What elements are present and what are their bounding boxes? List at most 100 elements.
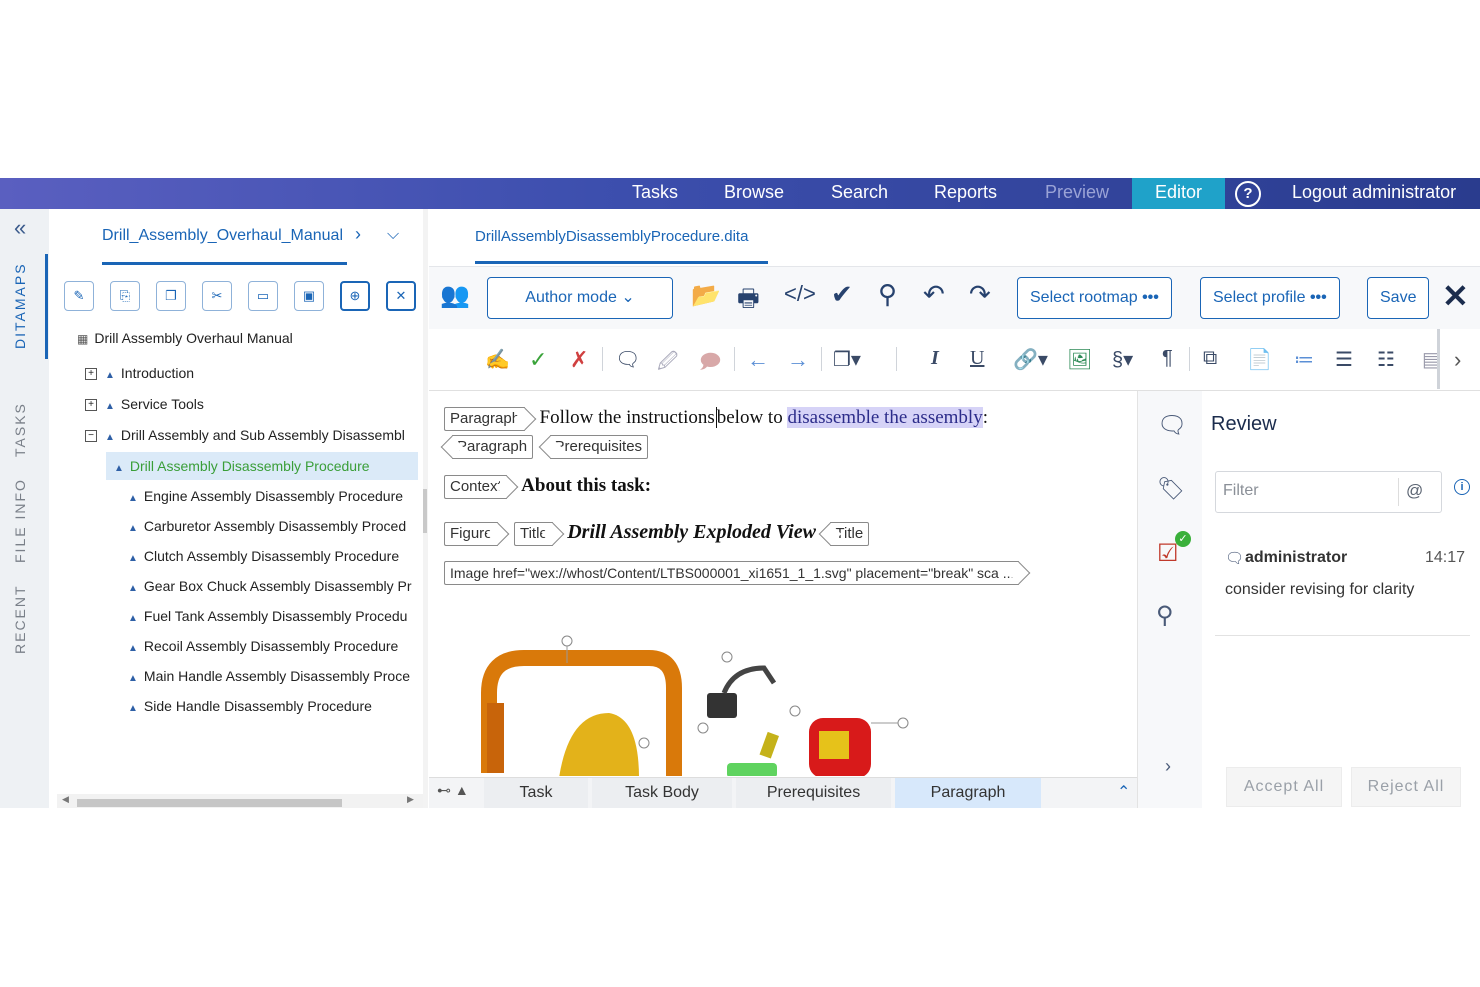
document-tab[interactable]: DrillAssemblyDisassemblyProcedure.dita <box>475 228 748 245</box>
arrow-left-icon[interactable]: ← <box>747 347 769 373</box>
print-icon[interactable]: 🖶 <box>737 281 760 322</box>
save-button[interactable]: Save <box>1367 277 1430 319</box>
double-chevron-up-icon[interactable]: ⌃ <box>1117 782 1130 802</box>
tree-child[interactable]: ▲ Side Handle Disassembly Procedure <box>128 692 420 720</box>
info-icon[interactable]: i <box>1454 479 1470 495</box>
save-icon[interactable]: ▣ <box>294 281 324 311</box>
tree-node-introduction[interactable]: + ▲ Introduction <box>85 359 194 387</box>
tree-node-drill-assembly[interactable]: − ▲ Drill Assembly and Sub Assembly Disass… <box>85 421 423 449</box>
chevron-right-icon[interactable]: › <box>355 224 361 245</box>
tree-child[interactable]: ▲ Clutch Assembly Disassembly Procedure <box>128 542 420 570</box>
logout-link[interactable]: Logout administrator <box>1292 178 1456 209</box>
delete-comment-icon[interactable]: 🗩 <box>699 347 721 381</box>
code-icon[interactable]: </> <box>784 281 816 307</box>
conref-icon[interactable]: 📄 <box>1247 347 1272 372</box>
nav-browse[interactable]: Browse <box>724 178 784 209</box>
title-open-tag[interactable]: Title <box>513 522 553 546</box>
path-prerequisites[interactable]: Prerequisites <box>736 778 891 808</box>
exploded-view-image[interactable] <box>469 623 929 776</box>
tab-ditamaps[interactable]: DITAMAPS <box>12 262 28 349</box>
search-icon[interactable]: ⚲ <box>878 279 897 310</box>
scroll-thumb[interactable] <box>77 799 342 807</box>
author-mode-dropdown[interactable]: Author mode ⌄ <box>487 277 673 319</box>
tree-child[interactable]: ▲ Fuel Tank Assembly Disassembly Procedu <box>128 602 420 630</box>
tree-child[interactable]: ▲ Carburetor Assembly Disassembly Proced <box>128 512 420 540</box>
figure-title-text[interactable]: Drill Assembly Exploded View <box>567 521 816 543</box>
paste-icon[interactable]: ▭ <box>248 281 278 311</box>
figure-tag[interactable]: Figure <box>444 522 498 546</box>
link-icon[interactable]: 🔗▾ <box>1013 347 1048 372</box>
redo-icon[interactable]: ↷ <box>969 279 991 310</box>
accept-all-button[interactable]: Accept All <box>1226 767 1342 807</box>
tab-recent[interactable]: RECENT <box>12 584 28 654</box>
paste-special-icon[interactable]: ❐▾ <box>833 347 861 372</box>
chevron-down-icon[interactable]: ⌵ <box>387 226 399 244</box>
chevron-right-icon[interactable]: › <box>1165 756 1171 777</box>
paragraph-close-tag[interactable]: Paragraph <box>452 435 534 459</box>
collapse-icon[interactable]: − <box>85 430 97 443</box>
map-breadcrumb[interactable]: Drill_Assembly_Overhaul_Manual <box>102 227 343 245</box>
folder-open-icon[interactable]: 📂 <box>691 281 721 310</box>
horizontal-scrollbar[interactable]: ◀ ▶ <box>57 794 423 808</box>
insert-list-item-icon[interactable]: ≔ <box>1294 347 1314 372</box>
path-task-body[interactable]: Task Body <box>592 778 732 808</box>
tree-root[interactable]: ▦ Drill Assembly Overhaul Manual <box>77 324 293 352</box>
edit-comment-icon[interactable]: 🖉 <box>657 347 678 381</box>
tree-child[interactable]: ▲ Recoil Assembly Disassembly Procedure <box>128 632 420 660</box>
question-circle-icon[interactable]: ? <box>1235 181 1261 207</box>
tab-tasks[interactable]: TASKS <box>12 402 28 457</box>
comment-card[interactable]: 🗨 administrator 14:17 consider revising … <box>1215 531 1470 636</box>
nav-reports[interactable]: Reports <box>934 178 997 209</box>
cut-icon[interactable]: ✂ <box>202 281 232 311</box>
tree-child[interactable]: ▲ Gear Box Chuck Assembly Disassembly Pr <box>128 572 420 600</box>
scroll-right-icon[interactable]: ▶ <box>407 794 414 805</box>
tags-icon[interactable]: 🏷 <box>1157 476 1185 502</box>
insert-element-icon[interactable]: ⧉ <box>1203 347 1217 370</box>
expand-icon[interactable]: + <box>85 368 97 381</box>
scroll-left-icon[interactable]: ◀ <box>62 794 69 805</box>
double-chevron-left-icon[interactable]: « <box>14 215 26 241</box>
select-rootmap-button[interactable]: Select rootmap ••• <box>1017 277 1172 319</box>
tree-child-selected[interactable]: ▲ Drill Assembly Disassembly Procedure <box>106 452 418 480</box>
section-icon[interactable]: §▾ <box>1112 347 1133 372</box>
splitter-handle[interactable] <box>423 489 427 533</box>
context-text[interactable]: About this task: <box>521 475 651 496</box>
path-task[interactable]: Task <box>484 778 588 808</box>
unlock-icon[interactable]: ⊕ <box>340 281 370 311</box>
expand-icon[interactable]: + <box>85 399 97 412</box>
tasks-check-icon[interactable]: ☑ <box>1157 539 1179 568</box>
tree-child[interactable]: ▲ Engine Assembly Disassembly Procedure <box>128 482 420 510</box>
edit-icon[interactable]: ✎ <box>64 281 94 311</box>
undo-icon[interactable]: ↶ <box>923 279 945 310</box>
nav-editor[interactable]: Editor <box>1132 178 1226 209</box>
context-line[interactable]: Context About this task: <box>444 475 651 499</box>
add-comment-icon[interactable]: 🗨 <box>615 347 640 372</box>
users-icon[interactable]: 👥 <box>440 281 470 310</box>
arrow-right-icon[interactable]: → <box>787 347 809 373</box>
search-comments-icon[interactable]: ⚲ <box>1156 601 1174 630</box>
tree-node-service-tools[interactable]: + ▲ Service Tools <box>85 390 204 418</box>
reject-all-button[interactable]: Reject All <box>1351 767 1461 807</box>
paragraph-icon[interactable]: ¶ <box>1162 347 1173 370</box>
reject-change-icon[interactable]: ✗ <box>570 347 588 373</box>
tree-child[interactable]: ▲ Main Handle Assembly Disassembly Proce <box>128 662 420 690</box>
document-content[interactable]: Paragraph Follow the instructions below t… <box>429 391 1137 776</box>
path-paragraph[interactable]: Paragraph <box>895 778 1041 808</box>
comments-icon[interactable]: 🗨 <box>1157 411 1187 440</box>
underline-icon[interactable]: U <box>970 347 984 370</box>
tab-file-info[interactable]: FILE INFO <box>12 478 28 563</box>
nav-tasks[interactable]: Tasks <box>632 178 678 209</box>
chevron-right-icon[interactable]: › <box>1454 347 1461 373</box>
check-circle-icon[interactable]: ✔ <box>831 279 853 310</box>
track-changes-icon[interactable]: ✍ <box>485 347 510 372</box>
nav-search[interactable]: Search <box>831 178 888 209</box>
context-tag[interactable]: Context <box>444 475 507 499</box>
filter-input[interactable]: Filter @ <box>1215 471 1442 513</box>
mention-icon[interactable]: @ <box>1406 481 1423 501</box>
unordered-list-icon[interactable]: ☷ <box>1377 347 1395 372</box>
paragraph-open-tag[interactable]: Paragraph <box>444 407 526 431</box>
structure-toggle-icon[interactable]: ⊷ ▲ <box>437 782 469 799</box>
select-profile-button[interactable]: Select profile ••• <box>1200 277 1340 319</box>
ordered-list-icon[interactable]: ☰ <box>1335 347 1353 372</box>
italic-icon[interactable]: I <box>931 347 939 370</box>
